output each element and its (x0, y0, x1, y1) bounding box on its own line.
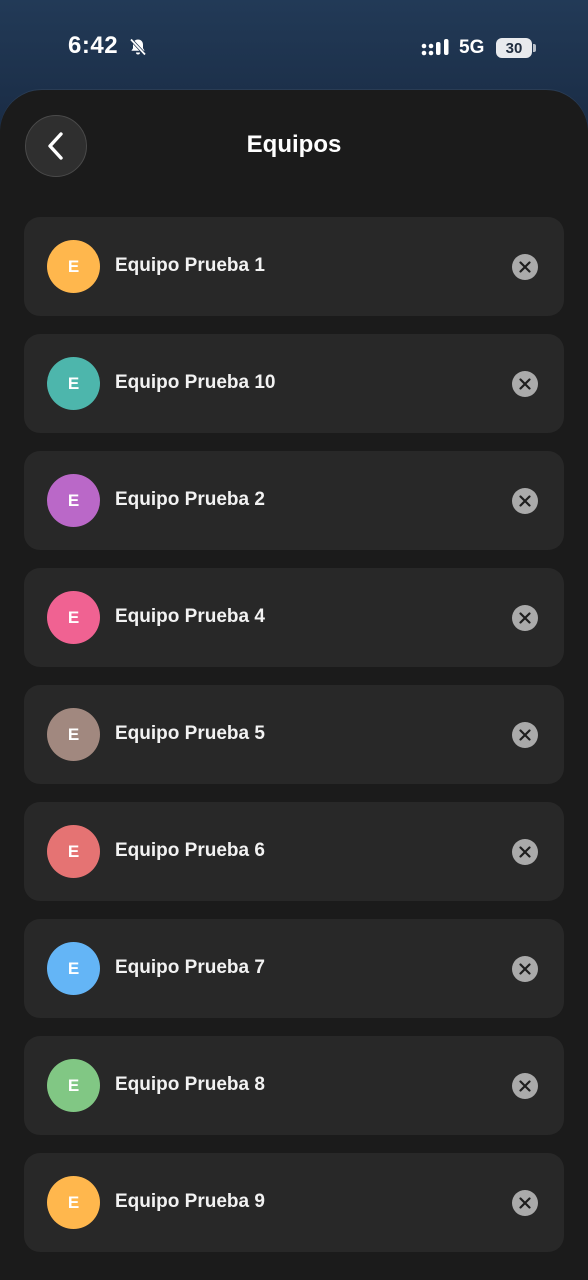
team-name: Equipo Prueba 7 (115, 957, 265, 978)
team-avatar: E (47, 357, 100, 410)
team-name: Equipo Prueba 8 (115, 1074, 265, 1095)
avatar-initial: E (67, 1075, 80, 1095)
status-time: 6:42 (68, 32, 119, 59)
close-icon (519, 495, 531, 507)
avatar-initial: E (67, 373, 80, 393)
avatar-initial: E (67, 1192, 80, 1212)
team-row[interactable]: E Equipo Prueba 8 (24, 1036, 564, 1135)
close-icon (519, 1197, 531, 1209)
team-avatar: E (47, 474, 100, 527)
team-name: Equipo Prueba 10 (115, 372, 276, 393)
avatar-initial: E (67, 841, 80, 861)
remove-team-button[interactable] (512, 488, 538, 514)
remove-team-button[interactable] (512, 371, 538, 397)
status-bar: 6:42 5G 30 (0, 0, 588, 92)
teams-sheet: Equipos E Equipo Prueba 1 E Equipo Prueb… (0, 90, 588, 1280)
page-title: Equipos (246, 131, 342, 158)
avatar-initial: E (67, 256, 80, 276)
network-type: 5G (459, 37, 485, 58)
signal-icon (421, 39, 449, 56)
team-avatar: E (47, 240, 100, 293)
close-icon (519, 1080, 531, 1092)
remove-team-button[interactable] (512, 839, 538, 865)
remove-team-button[interactable] (512, 1190, 538, 1216)
close-icon (519, 261, 531, 273)
close-icon (519, 846, 531, 858)
team-name: Equipo Prueba 4 (115, 606, 265, 627)
remove-team-button[interactable] (512, 254, 538, 280)
battery-indicator: 30 (496, 38, 532, 58)
team-avatar: E (47, 1176, 100, 1229)
team-name: Equipo Prueba 9 (115, 1191, 265, 1212)
team-row[interactable]: E Equipo Prueba 10 (24, 334, 564, 433)
team-name: Equipo Prueba 1 (115, 255, 265, 276)
team-name: Equipo Prueba 2 (115, 489, 265, 510)
avatar-initial: E (67, 958, 80, 978)
remove-team-button[interactable] (512, 722, 538, 748)
remove-team-button[interactable] (512, 956, 538, 982)
close-icon (519, 729, 531, 741)
bell-slash-icon (129, 38, 147, 56)
team-row[interactable]: E Equipo Prueba 9 (24, 1153, 564, 1252)
avatar-initial: E (67, 724, 80, 744)
team-row[interactable]: E Equipo Prueba 4 (24, 568, 564, 667)
team-avatar: E (47, 708, 100, 761)
team-avatar: E (47, 825, 100, 878)
battery-level: 30 (505, 39, 523, 57)
remove-team-button[interactable] (512, 605, 538, 631)
close-icon (519, 963, 531, 975)
team-avatar: E (47, 1059, 100, 1112)
avatar-initial: E (67, 490, 80, 510)
team-row[interactable]: E Equipo Prueba 1 (24, 217, 564, 316)
team-avatar: E (47, 942, 100, 995)
team-row[interactable]: E Equipo Prueba 6 (24, 802, 564, 901)
team-name: Equipo Prueba 6 (115, 840, 265, 861)
team-name: Equipo Prueba 5 (115, 723, 265, 744)
battery-cap (533, 44, 536, 52)
team-avatar: E (47, 591, 100, 644)
remove-team-button[interactable] (512, 1073, 538, 1099)
team-row[interactable]: E Equipo Prueba 5 (24, 685, 564, 784)
team-row[interactable]: E Equipo Prueba 2 (24, 451, 564, 550)
close-icon (519, 378, 531, 390)
avatar-initial: E (67, 607, 80, 627)
teams-list: E Equipo Prueba 1 E Equipo Prueba 10 E E… (24, 217, 564, 1270)
team-row[interactable]: E Equipo Prueba 7 (24, 919, 564, 1018)
close-icon (519, 612, 531, 624)
